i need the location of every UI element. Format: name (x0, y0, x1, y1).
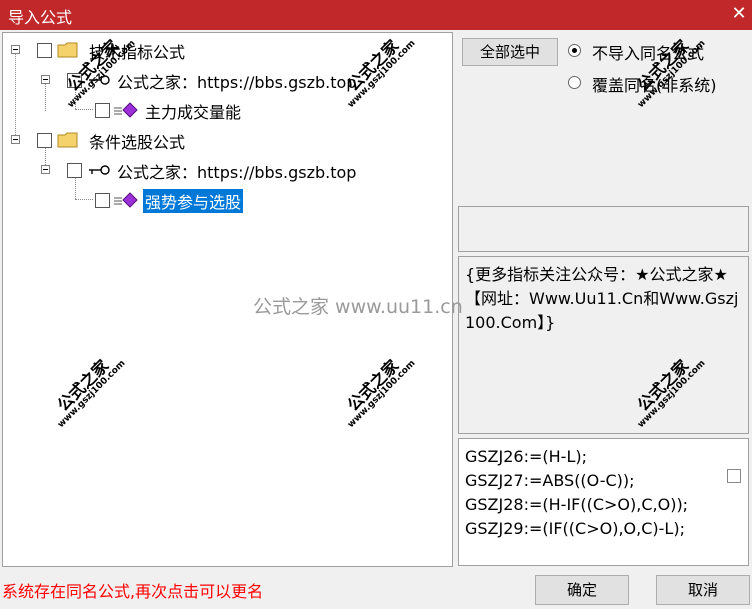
collapse-icon[interactable] (11, 45, 20, 54)
cancel-button[interactable]: 取消 (656, 575, 750, 605)
key-icon (89, 165, 110, 175)
tree-item-gszj-site[interactable]: 公式之家：https://bbs.gszb.top (3, 159, 423, 182)
collapse-icon[interactable] (11, 135, 20, 144)
code-line: GSZJ28:=(H-IF((C>O),C,O)); (465, 495, 689, 514)
tree-item-label: 主力成交量能 (145, 103, 242, 122)
info-panel (458, 206, 749, 252)
radio-overwrite[interactable]: 覆盖同名(非系统) (568, 72, 748, 95)
description-text: {更多指标关注公众号：★公式之家★【网址：Www.Uu11.Cn和Www.Gsz… (465, 265, 739, 332)
collapse-icon[interactable] (41, 165, 50, 174)
code-checkbox[interactable] (727, 469, 741, 483)
folder-icon (57, 132, 78, 148)
title-bar: 导入公式 ✕ (0, 0, 752, 30)
tree-item-label: 强势参与选股 (143, 189, 244, 213)
watermark-text: 公式之家 www.uu11.cn (253, 296, 463, 318)
formula-gem-icon (114, 102, 138, 118)
tree-item-label: 公式之家：https://bbs.gszb.top (117, 163, 357, 182)
tree-item-label: 条件选股公式 (89, 133, 186, 152)
tree-item-stock-screening[interactable]: 条件选股公式 (3, 129, 303, 152)
radio-label: 不导入同名公式 (592, 44, 705, 63)
status-message: 系统存在同名公式,再次点击可以更名 (2, 582, 264, 601)
ok-button[interactable]: 确定 (535, 575, 629, 605)
formula-code-box[interactable]: GSZJ26:=(H-L); GSZJ27:=ABS((O-C)); GSZJ2… (458, 438, 749, 566)
tree-item-strong-selection[interactable]: 强势参与选股 (3, 189, 303, 213)
checkbox[interactable] (37, 133, 52, 148)
folder-icon (57, 42, 78, 58)
tree-item-main-volume[interactable]: 主力成交量能 (3, 99, 303, 122)
tree-item-label: 技术指标公式 (89, 43, 186, 62)
code-line: GSZJ27:=ABS((O-C)); (465, 471, 635, 490)
code-line: GSZJ29:=(IF((C>O),O,C)-L); (465, 519, 685, 538)
checkbox[interactable] (67, 163, 82, 178)
checkbox[interactable] (95, 103, 110, 118)
radio-label: 覆盖同名(非系统) (592, 76, 717, 95)
checkbox[interactable] (95, 193, 110, 208)
code-line: GSZJ26:=(H-L); (465, 447, 587, 466)
checkbox[interactable] (67, 73, 82, 88)
tree-connector (15, 53, 16, 141)
radio-button[interactable] (568, 44, 581, 57)
window-title: 导入公式 (8, 8, 73, 27)
tree-item-tech-indicators[interactable]: 技术指标公式 (3, 39, 303, 62)
tree-item-gszj-site[interactable]: 公式之家：https://bbs.gszb.top (3, 69, 423, 92)
radio-no-import[interactable]: 不导入同名公式 (568, 40, 748, 63)
key-icon (89, 75, 110, 85)
checkbox[interactable] (37, 43, 52, 58)
formula-gem-icon (114, 192, 138, 208)
collapse-icon[interactable] (41, 75, 50, 84)
description-box[interactable]: {更多指标关注公众号：★公式之家★【网址：Www.Uu11.Cn和Www.Gsz… (458, 256, 749, 434)
radio-button[interactable] (568, 76, 581, 89)
tree-item-label: 公式之家：https://bbs.gszb.top (117, 73, 357, 92)
close-icon[interactable]: ✕ (728, 3, 750, 25)
select-all-button[interactable]: 全部选中 (462, 38, 558, 66)
